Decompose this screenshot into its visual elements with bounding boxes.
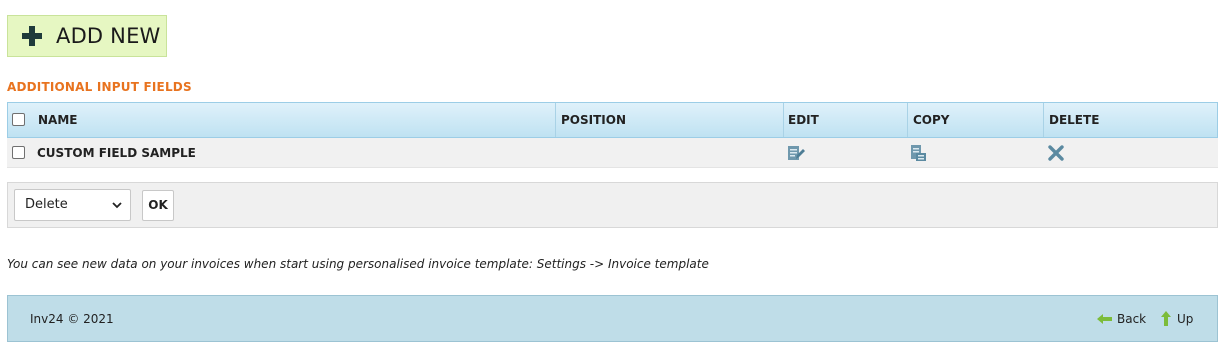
header-position[interactable]: POSITION	[556, 103, 626, 137]
bulk-action-selected: Delete	[25, 197, 68, 212]
bulk-action-select[interactable]: Delete	[14, 189, 131, 221]
add-new-label: ADD NEW	[56, 24, 161, 48]
chevron-down-icon	[112, 202, 122, 209]
table-header: NAME POSITION EDIT COPY DELETE	[7, 102, 1218, 138]
ok-button[interactable]: OK	[142, 190, 174, 221]
up-link[interactable]: Up	[1177, 312, 1193, 326]
template-note: You can see new data on your invoices wh…	[7, 257, 709, 271]
header-delete: DELETE	[1049, 113, 1100, 127]
header-edit: EDIT	[788, 113, 819, 127]
bulk-actions-bar: Delete OK	[7, 182, 1218, 228]
back-link[interactable]: Back	[1117, 312, 1146, 326]
add-new-button[interactable]: ADD NEW	[7, 15, 167, 57]
copy-icon[interactable]	[910, 144, 928, 162]
copyright-text: Inv24 © 2021	[30, 312, 114, 326]
header-copy: COPY	[913, 113, 950, 127]
row-checkbox[interactable]	[12, 146, 25, 159]
back-arrow-icon[interactable]	[1097, 313, 1113, 325]
fields-table: NAME POSITION EDIT COPY DELETE CUSTOM FI…	[7, 102, 1218, 168]
footer: Inv24 © 2021 Back Up	[7, 295, 1218, 342]
row-name: CUSTOM FIELD SAMPLE	[37, 146, 196, 160]
edit-icon[interactable]	[787, 144, 805, 162]
row-position	[555, 138, 560, 168]
table-row: CUSTOM FIELD SAMPLE	[7, 138, 1218, 168]
select-all-checkbox[interactable]	[12, 113, 25, 126]
plus-icon	[22, 26, 42, 46]
section-title: ADDITIONAL INPUT FIELDS	[7, 80, 192, 94]
delete-icon[interactable]	[1048, 145, 1064, 161]
up-arrow-icon[interactable]	[1160, 311, 1172, 327]
header-name[interactable]: NAME	[33, 103, 77, 137]
